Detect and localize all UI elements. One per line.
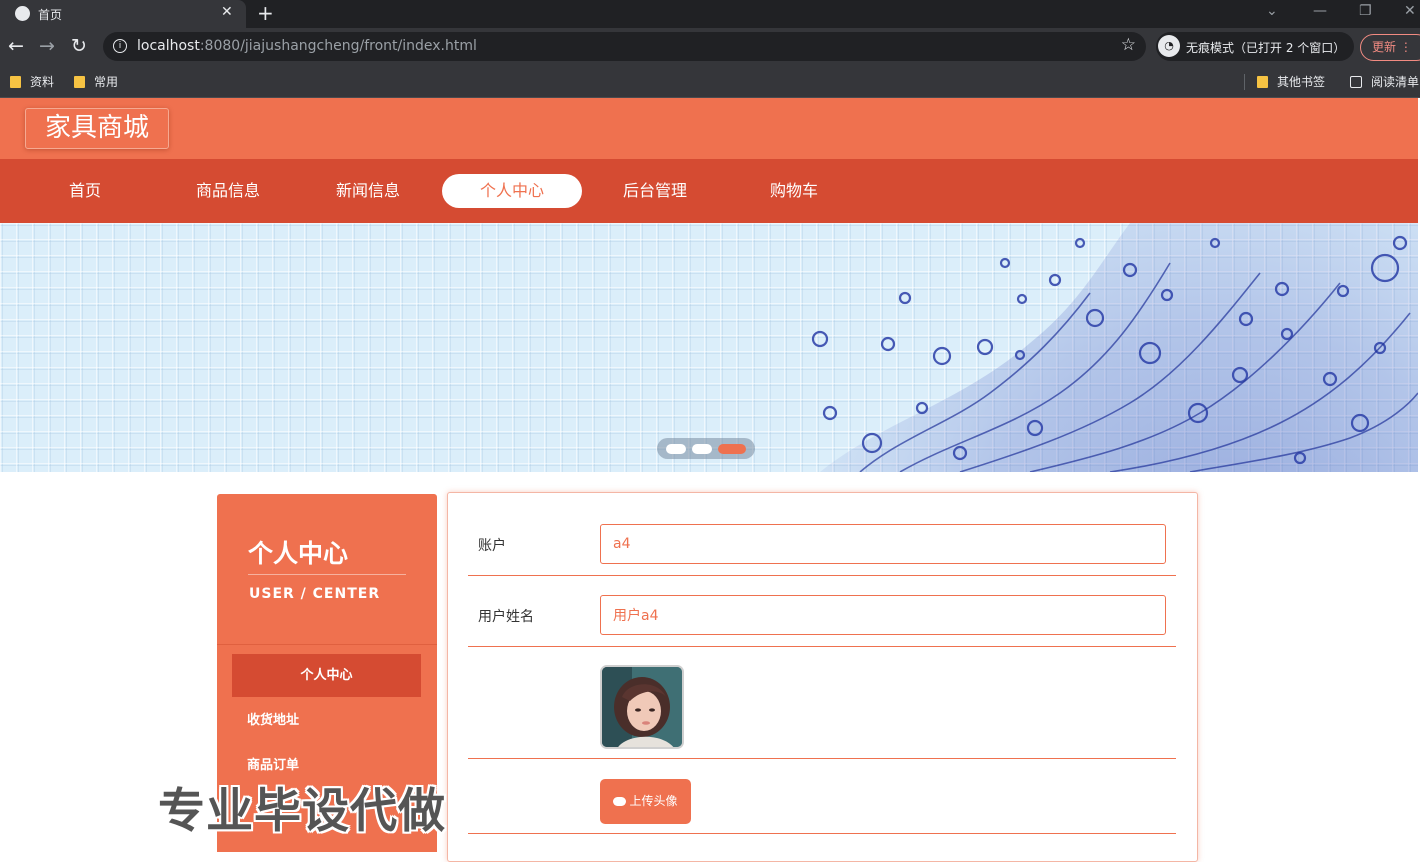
folder-icon	[10, 76, 21, 88]
incognito-text: 无痕模式（已打开 2 个窗口）	[1186, 41, 1346, 55]
row-divider	[468, 575, 1176, 576]
folder-icon	[74, 76, 85, 88]
bookmark-label: 其他书签	[1277, 75, 1326, 89]
avatar-portrait	[602, 667, 682, 747]
back-icon[interactable]: ←	[8, 35, 24, 57]
update-button[interactable]: 更新 ⋮	[1360, 34, 1420, 61]
folder-icon	[1257, 76, 1268, 88]
nav-user-center[interactable]: 个人中心	[442, 174, 582, 208]
row-divider	[468, 646, 1176, 647]
close-tab-icon[interactable]: ✕	[221, 4, 233, 20]
nav-cart[interactable]: 购物车	[724, 174, 864, 208]
bookmark-label: 常用	[94, 75, 119, 89]
tab-title: 首页	[38, 8, 63, 22]
close-window-icon[interactable]: ✕	[1404, 3, 1416, 19]
account-label: 账户	[478, 538, 506, 554]
address-bar[interactable]: i localhost:8080/jiajushangcheng/front/i…	[103, 32, 1146, 61]
site-info-icon[interactable]: i	[113, 39, 127, 53]
account-input[interactable]	[600, 524, 1166, 564]
banner-carousel[interactable]	[0, 223, 1418, 472]
globe-icon	[15, 6, 30, 21]
name-label: 用户姓名	[478, 609, 534, 625]
site-header: 家具商城	[0, 98, 1418, 159]
sidebar-item-address[interactable]: 收货地址	[232, 699, 421, 742]
site-logo[interactable]: 家具商城	[25, 108, 169, 149]
sidebar-item-user-center[interactable]: 个人中心	[232, 654, 421, 697]
url-path: :8080/jiajushangcheng/front/index.html	[199, 38, 477, 54]
incognito-icon: ◔	[1158, 35, 1180, 57]
bookmark-separator	[1244, 74, 1245, 90]
water-splash-image	[811, 223, 1418, 472]
forward-icon[interactable]: →	[39, 35, 55, 57]
browser-tab[interactable]: 首页 ✕	[0, 0, 246, 28]
reading-list-icon	[1350, 76, 1362, 88]
nav-admin[interactable]: 后台管理	[585, 174, 725, 208]
carousel-dot-3[interactable]	[718, 444, 746, 454]
sidebar-title: 个人中心	[248, 539, 349, 568]
sidebar-title-divider	[248, 574, 406, 575]
row-divider	[468, 758, 1176, 759]
upload-avatar-button[interactable]: 上传头像	[600, 779, 691, 824]
bookmark-folder-changyong[interactable]: 常用	[74, 73, 118, 90]
tab-search-icon[interactable]: ⌄	[1266, 3, 1278, 19]
sidebar-divider	[217, 644, 437, 645]
watermark-text: 专业毕设代做	[158, 784, 446, 839]
browser-tab-strip: 首页 ✕ + ⌄ — ❐ ✕	[0, 0, 1420, 28]
nav-products[interactable]: 商品信息	[158, 174, 298, 208]
update-label: 更新	[1372, 40, 1397, 54]
row-divider	[468, 833, 1176, 834]
upload-label: 上传头像	[629, 794, 678, 808]
bookmark-label: 资料	[30, 75, 55, 89]
restore-icon[interactable]: ❐	[1359, 3, 1372, 19]
sidebar-subtitle: USER / CENTER	[249, 586, 381, 602]
new-tab-icon[interactable]: +	[257, 1, 274, 25]
bookmark-star-icon[interactable]: ☆	[1121, 35, 1136, 55]
bookmark-folder-other[interactable]: 其他书签	[1257, 73, 1325, 90]
browser-toolbar: ← → ↻ i localhost:8080/jiajushangcheng/f…	[0, 28, 1420, 66]
url-text[interactable]: localhost:8080/jiajushangcheng/front/ind…	[137, 38, 477, 54]
carousel-dot-1[interactable]	[666, 444, 686, 454]
nav-news[interactable]: 新闻信息	[298, 174, 438, 208]
name-input[interactable]	[600, 595, 1166, 635]
avatar-image	[600, 665, 684, 749]
incognito-indicator[interactable]: ◔ 无痕模式（已打开 2 个窗口）	[1156, 32, 1354, 61]
cloud-upload-icon	[613, 797, 627, 806]
reload-icon[interactable]: ↻	[71, 35, 87, 57]
bookmarks-bar: 资料 常用 其他书签 阅读清单	[0, 66, 1420, 98]
carousel-dot-2[interactable]	[692, 444, 712, 454]
main-nav: 首页 商品信息 新闻信息 个人中心 后台管理 购物车	[0, 159, 1418, 223]
profile-form: 账户 用户姓名 上传头像	[447, 492, 1198, 862]
minimize-icon[interactable]: —	[1313, 3, 1327, 19]
bookmark-label: 阅读清单	[1371, 75, 1420, 89]
nav-home[interactable]: 首页	[15, 174, 155, 208]
carousel-indicator	[657, 438, 755, 459]
url-host: localhost	[137, 38, 200, 54]
bookmark-folder-ziliao[interactable]: 资料	[10, 73, 54, 90]
reading-list[interactable]: 阅读清单	[1350, 73, 1419, 90]
